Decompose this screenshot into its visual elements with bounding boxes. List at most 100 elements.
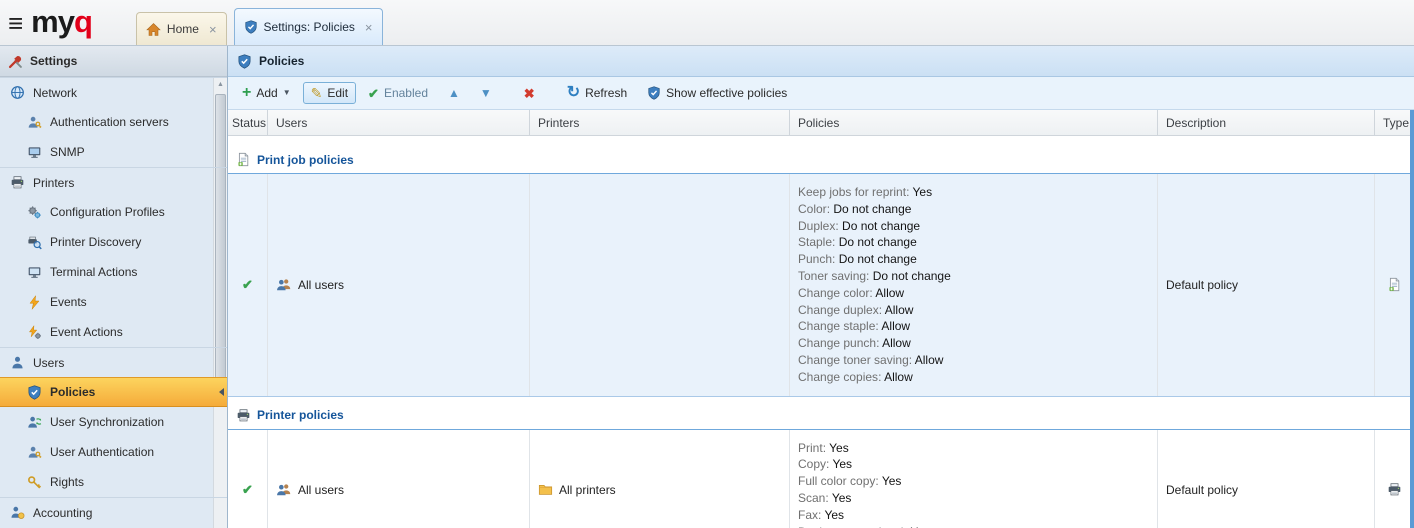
arrow-up-icon: ▲ <box>448 87 460 99</box>
move-up-button[interactable]: ▲ <box>440 83 468 103</box>
description-cell-value: Default policy <box>1166 278 1238 292</box>
settings-tools-icon <box>8 54 23 69</box>
policy-line: Print: Yes <box>798 440 1149 457</box>
refresh-button-label: Refresh <box>585 86 627 100</box>
document-icon <box>236 152 251 167</box>
tab-home[interactable]: Home × <box>136 12 227 45</box>
delete-button[interactable]: ✖ <box>516 83 543 104</box>
sidebar-item-network[interactable]: Network <box>0 77 227 107</box>
sidebar-item-terminal-actions[interactable]: Terminal Actions <box>0 257 227 287</box>
sidebar-item-policies[interactable]: Policies <box>0 377 227 407</box>
column-header-policies[interactable]: Policies <box>790 110 1158 135</box>
sidebar-item-label: Events <box>50 295 87 309</box>
sidebar-item-label: SNMP <box>50 145 85 159</box>
group-title: Printer policies <box>257 408 344 422</box>
sidebar-item-user-authentication[interactable]: User Authentication <box>0 437 227 467</box>
sidebar-item-user-synchronization[interactable]: User Synchronization <box>0 407 227 437</box>
policies-cell: Print: Yes Copy: Yes Full color copy: Ye… <box>790 430 1158 528</box>
add-button-label: Add <box>256 86 277 100</box>
policy-line: Device access level: User <box>798 524 1149 528</box>
sidebar-item-label: Printer Discovery <box>50 235 141 249</box>
move-down-button[interactable]: ▼ <box>472 83 500 103</box>
column-header-users[interactable]: Users <box>268 110 530 135</box>
group-row-print-job-policies[interactable]: Print job policies <box>228 146 1414 174</box>
table-body: Print job policies ✔ All users <box>228 146 1414 528</box>
check-icon: ✔ <box>368 87 379 100</box>
edit-button[interactable]: ✎ Edit <box>303 82 356 104</box>
sidebar-item-authentication-servers[interactable]: Authentication servers <box>0 107 227 137</box>
home-icon <box>146 22 161 37</box>
myq-logo[interactable]: myq <box>31 4 92 40</box>
myq-app-window: ≡ myq Home × Settings: Policies × <box>0 0 1414 528</box>
lightning-icon <box>27 295 42 310</box>
sidebar-item-users[interactable]: Users <box>0 347 227 377</box>
tab-close-icon[interactable]: × <box>365 20 373 35</box>
policy-line: Color: Do not change <box>798 201 1149 218</box>
gears-icon <box>27 205 42 220</box>
sidebar-item-label: Terminal Actions <box>50 265 137 279</box>
hamburger-menu-icon[interactable]: ≡ <box>8 10 23 36</box>
refresh-button[interactable]: ↻ Refresh <box>559 81 635 105</box>
printers-cell <box>530 174 790 396</box>
sidebar-header: Settings <box>0 46 227 77</box>
users-group-icon <box>276 482 292 497</box>
sidebar-item-printer-discovery[interactable]: Printer Discovery <box>0 227 227 257</box>
column-header-type[interactable]: Type <box>1375 110 1414 135</box>
policy-line: Fax: Yes <box>798 507 1149 524</box>
column-header-status[interactable]: Status <box>228 110 268 135</box>
sidebar-item-event-actions[interactable]: Event Actions <box>0 317 227 347</box>
sidebar-item-label: User Synchronization <box>50 415 164 429</box>
printers-cell: All printers <box>530 430 790 528</box>
selected-item-arrow-icon <box>219 388 224 396</box>
policy-line: Change copies: Allow <box>798 369 1149 386</box>
settings-sidebar: Settings Network Authentication servers … <box>0 46 228 528</box>
sidebar-title: Settings <box>30 54 77 68</box>
show-effective-policies-button[interactable]: Show effective policies <box>639 82 795 104</box>
printer-policy-type-icon <box>1387 482 1402 497</box>
table-row[interactable]: ✔ All users All printers <box>228 430 1414 528</box>
lightning-gear-icon <box>27 325 42 340</box>
table-row[interactable]: ✔ All users <box>228 174 1414 397</box>
sidebar-item-label: User Authentication <box>50 445 154 459</box>
tab-bar: Home × Settings: Policies × <box>136 0 390 45</box>
user-icon <box>10 355 25 370</box>
sidebar-item-events[interactable]: Events <box>0 287 227 317</box>
printers-cell-value: All printers <box>559 483 616 497</box>
sidebar-item-label: Rights <box>50 475 84 489</box>
column-header-description[interactable]: Description <box>1158 110 1375 135</box>
description-cell: Default policy <box>1158 174 1375 396</box>
policies-table: Status Users Printers Policies Descripti… <box>228 110 1414 528</box>
sidebar-item-label: Event Actions <box>50 325 123 339</box>
enabled-button[interactable]: ✔ Enabled <box>360 82 436 104</box>
show-effective-policies-label: Show effective policies <box>666 86 787 100</box>
printer-icon <box>10 175 25 190</box>
sidebar-item-snmp[interactable]: SNMP <box>0 137 227 167</box>
type-cell <box>1375 430 1414 528</box>
delete-x-icon: ✖ <box>524 87 535 100</box>
policy-line: Change color: Allow <box>798 285 1149 302</box>
policy-line: Staple: Do not change <box>798 234 1149 251</box>
policy-line: Duplex: Do not change <box>798 218 1149 235</box>
panel-right-border <box>1410 110 1414 528</box>
group-title: Print job policies <box>257 153 354 167</box>
status-cell: ✔ <box>228 430 268 528</box>
shield-icon <box>27 385 42 400</box>
content-header: Policies <box>228 46 1414 77</box>
add-button[interactable]: + Add ▼ <box>234 81 299 105</box>
tab-close-icon[interactable]: × <box>209 22 217 37</box>
tab-settings-policies[interactable]: Settings: Policies × <box>234 8 383 45</box>
policy-line: Keep jobs for reprint: Yes <box>798 184 1149 201</box>
sidebar-item-printers[interactable]: Printers <box>0 167 227 197</box>
sidebar-item-rights[interactable]: Rights <box>0 467 227 497</box>
users-group-icon <box>276 277 292 292</box>
printer-search-icon <box>27 235 42 250</box>
sidebar-item-label: Policies <box>50 385 95 399</box>
tab-label: Settings: Policies <box>264 20 355 34</box>
column-header-printers[interactable]: Printers <box>530 110 790 135</box>
sidebar-item-configuration-profiles[interactable]: Configuration Profiles <box>0 197 227 227</box>
users-cell-value: All users <box>298 483 344 497</box>
policies-cell: Keep jobs for reprint: Yes Color: Do not… <box>790 174 1158 396</box>
group-row-printer-policies[interactable]: Printer policies <box>228 402 1414 430</box>
sidebar-item-label: Printers <box>33 176 74 190</box>
sidebar-item-accounting[interactable]: Accounting <box>0 497 227 527</box>
